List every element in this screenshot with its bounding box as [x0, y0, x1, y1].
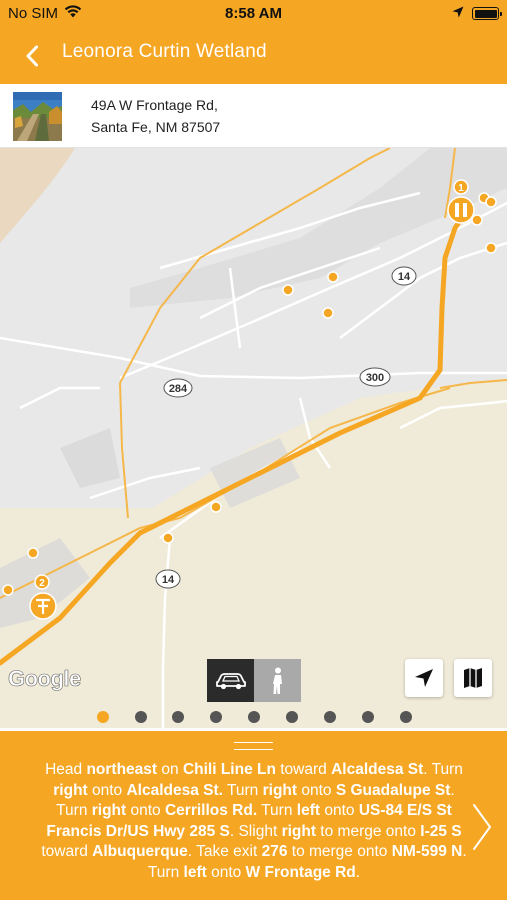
car-icon — [215, 672, 246, 689]
status-right — [452, 5, 502, 22]
poi-dot — [485, 196, 497, 208]
map-canvas: 14 284 300 14 1 2 — [0, 148, 507, 728]
svg-text:300: 300 — [366, 372, 384, 384]
page-dot[interactable] — [135, 711, 147, 723]
direction-text-segment: . Slight — [229, 822, 282, 840]
direction-text-segment: . Take exit — [187, 843, 262, 860]
current-location-button[interactable] — [405, 659, 443, 697]
direction-text-segment: Turn — [222, 781, 263, 799]
direction-text-segment: Head — [45, 761, 87, 778]
direction-keyword: right — [262, 781, 298, 799]
page-dot[interactable] — [97, 711, 109, 723]
car-mode-button[interactable] — [207, 659, 254, 702]
nav-bar: Leonora Curtin Wetland — [0, 28, 507, 84]
drag-handle-icon[interactable] — [234, 742, 273, 750]
direction-keyword: 276 — [261, 843, 288, 860]
direction-text-segment: on — [157, 761, 183, 778]
direction-text-segment: to merge onto — [287, 843, 392, 860]
wetland-thumbnail — [13, 92, 62, 141]
poi-dot — [27, 547, 39, 559]
battery-icon — [472, 7, 502, 20]
svg-text:14: 14 — [162, 574, 175, 586]
svg-text:14: 14 — [398, 271, 411, 283]
route-map[interactable]: 14 284 300 14 1 2 Google — [0, 148, 507, 728]
direction-keyword: Alcaldesa St. — [126, 781, 223, 799]
direction-keyword: right — [53, 781, 88, 799]
direction-keyword: left — [296, 802, 321, 819]
address: 49A W Frontage Rd, Santa Fe, NM 87507 — [91, 94, 220, 138]
google-attribution: Google — [8, 666, 82, 692]
page-dot[interactable] — [172, 711, 184, 723]
road-shield-300: 300 — [359, 367, 391, 387]
svg-text:284: 284 — [169, 383, 188, 395]
direction-text-segment: onto — [87, 781, 127, 799]
page-dot[interactable] — [362, 711, 374, 723]
direction-keyword: Alcaldesa St — [331, 761, 424, 778]
page-dot[interactable] — [400, 711, 412, 723]
poi-dot — [322, 307, 334, 319]
address-line-1: 49A W Frontage Rd, — [91, 97, 218, 113]
page-dot[interactable] — [286, 711, 298, 723]
next-step-button[interactable] — [471, 803, 493, 851]
direction-keyword: northeast — [86, 761, 158, 778]
navigation-arrow-icon — [415, 669, 433, 687]
direction-text-segment: onto — [206, 863, 246, 881]
page-dot[interactable] — [324, 711, 336, 723]
poi-dot — [162, 532, 174, 544]
location-arrow-icon — [452, 5, 464, 22]
direction-keyword: W Frontage Rd — [245, 863, 356, 881]
address-line-2: Santa Fe, NM 87507 — [91, 119, 221, 135]
poi-dot — [2, 584, 14, 596]
back-button[interactable] — [14, 38, 50, 74]
page-dot[interactable] — [248, 711, 260, 723]
direction-text-segment: onto — [126, 802, 165, 819]
direction-keyword: I-25 S — [420, 822, 462, 840]
direction-keyword: right — [281, 822, 316, 840]
direction-text-segment: onto — [320, 802, 359, 819]
poi-dot — [471, 214, 483, 226]
road-shield-14-north: 14 — [391, 266, 417, 286]
direction-text-segment: toward — [275, 761, 332, 778]
svg-text:1: 1 — [458, 183, 464, 194]
status-bar: No SIM 8:58 AM — [0, 0, 507, 28]
map-view-button[interactable] — [454, 659, 492, 697]
walking-person-icon — [272, 667, 282, 694]
direction-text-segment: Turn — [257, 802, 297, 819]
status-time: 8:58 AM — [225, 5, 282, 22]
location-header: 49A W Frontage Rd, Santa Fe, NM 87507 — [0, 84, 507, 148]
direction-keyword: Chili Line Ln — [182, 761, 276, 778]
direction-text-segment: . Turn — [423, 761, 463, 778]
chevron-right-icon — [473, 804, 491, 850]
directions-panel: Head northeast on Chili Line Ln toward A… — [0, 731, 507, 900]
direction-text-segment: to merge onto — [316, 822, 421, 840]
direction-text-segment: toward — [41, 843, 93, 860]
direction-keyword: left — [183, 863, 207, 881]
road-shield-14-south: 14 — [155, 569, 181, 589]
direction-keyword: NM-599 N — [391, 843, 463, 860]
page-title: Leonora Curtin Wetland — [62, 41, 267, 62]
direction-keyword: right — [91, 802, 127, 819]
chevron-left-icon — [26, 45, 38, 67]
poi-dot — [485, 242, 497, 254]
travel-mode-toggle — [207, 659, 301, 702]
direction-keyword: Albuquerque — [92, 843, 188, 860]
directions-text: Head northeast on Chili Line Ln toward A… — [36, 760, 472, 883]
direction-text-segment: . — [355, 863, 361, 881]
walk-mode-button[interactable] — [254, 659, 301, 702]
direction-keyword: Cerrillos Rd. — [164, 802, 258, 819]
page-dot[interactable] — [210, 711, 222, 723]
direction-text-segment: onto — [297, 781, 336, 799]
road-shield-284: 284 — [163, 378, 193, 398]
svg-text:2: 2 — [39, 578, 45, 589]
map-icon — [464, 668, 482, 688]
poi-dot — [210, 501, 222, 513]
direction-keyword: S Guadalupe St — [335, 781, 451, 799]
poi-dot — [327, 271, 339, 283]
poi-dot — [282, 284, 294, 296]
